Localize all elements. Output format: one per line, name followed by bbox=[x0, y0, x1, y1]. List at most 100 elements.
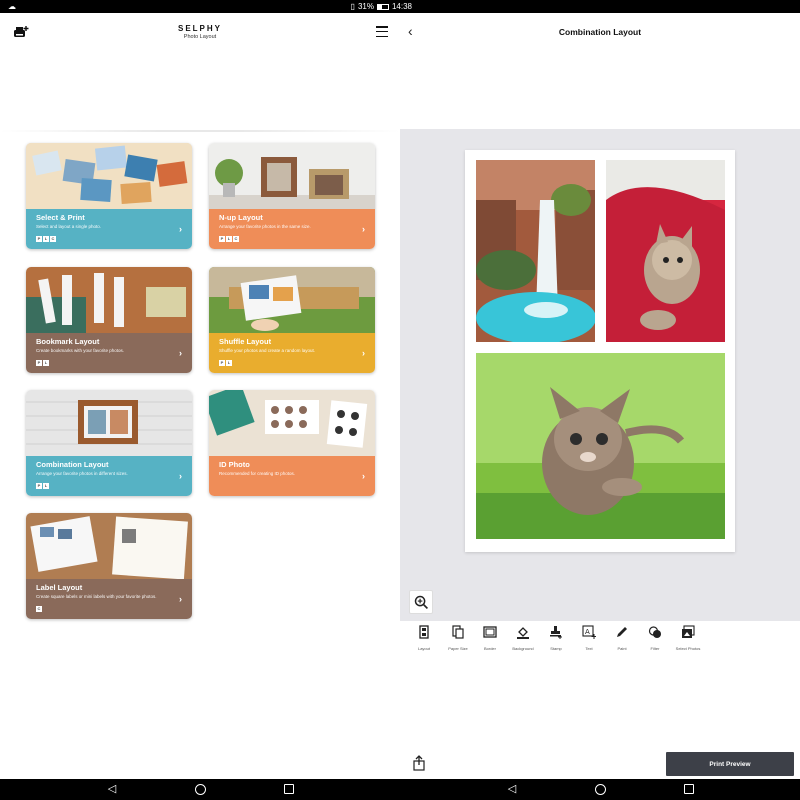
card-title: Shuffle Layout bbox=[219, 337, 272, 346]
card-band: Select & Print Select and layout a singl… bbox=[26, 209, 192, 249]
size-badge: P bbox=[36, 483, 42, 489]
chevron-right-icon: › bbox=[179, 594, 182, 604]
tool-label: Paper Size bbox=[448, 646, 468, 651]
chevron-right-icon: › bbox=[362, 224, 365, 234]
nav-recents-icon[interactable] bbox=[284, 784, 294, 794]
card-desc: Arrange your favorite photos in differen… bbox=[36, 471, 128, 476]
card-label-layout[interactable]: Label Layout Create square labels or min… bbox=[26, 513, 192, 619]
card-band: Shuffle Layout Shuffle your photos and c… bbox=[209, 333, 375, 373]
nav-recents-icon[interactable] bbox=[684, 784, 694, 794]
tool-stamp[interactable]: Stamp bbox=[539, 625, 573, 651]
card-photo bbox=[26, 143, 192, 209]
paper-sizes: P L bbox=[36, 483, 49, 489]
photo-slot-kitten-red[interactable] bbox=[606, 160, 725, 342]
print-paper bbox=[465, 150, 735, 552]
paper-sizes: P L C bbox=[219, 236, 239, 242]
card-shuffle-layout[interactable]: Shuffle Layout Shuffle your photos and c… bbox=[209, 267, 375, 373]
battery-icon bbox=[376, 3, 389, 10]
tool-border[interactable]: Border bbox=[473, 625, 507, 651]
size-badge: P bbox=[36, 236, 42, 242]
chevron-right-icon: › bbox=[179, 348, 182, 358]
nav-back-icon[interactable]: ◁ bbox=[506, 783, 518, 795]
size-badge: L bbox=[43, 360, 49, 366]
chevron-right-icon: › bbox=[179, 471, 182, 481]
card-id-photo[interactable]: ID Photo Recommended for creating ID pho… bbox=[209, 390, 375, 496]
nav-home-icon[interactable] bbox=[195, 784, 206, 795]
editor-toolbar: Layout Paper Size Border Background Stam… bbox=[400, 625, 800, 657]
tool-background[interactable]: Background bbox=[506, 625, 540, 651]
tool-label: Layout bbox=[417, 646, 430, 651]
android-nav-bar: ◁ ◁ bbox=[0, 779, 800, 800]
status-bar: ☁ ▯ 31% 14:38 bbox=[0, 0, 800, 13]
card-bookmark-layout[interactable]: Bookmark Layout Create bookmarks with yo… bbox=[26, 267, 192, 373]
card-select-print[interactable]: Select & Print Select and layout a singl… bbox=[26, 143, 192, 249]
card-title: Label Layout bbox=[36, 583, 83, 592]
tool-label: Filter bbox=[650, 646, 660, 651]
size-badge: P bbox=[219, 236, 225, 242]
battery-percent: 31% bbox=[357, 2, 374, 11]
status-right: ▯ 31% 14:38 bbox=[351, 2, 412, 11]
zoom-in-icon[interactable] bbox=[409, 590, 433, 614]
printer-add-icon[interactable] bbox=[13, 25, 29, 39]
card-desc: Arrange your favorite photos in the same… bbox=[219, 224, 311, 229]
back-arrow-icon[interactable]: ‹ bbox=[408, 24, 420, 38]
card-photo bbox=[26, 267, 192, 333]
paper-size-icon bbox=[452, 625, 464, 639]
size-badge: P bbox=[219, 360, 225, 366]
card-title: Bookmark Layout bbox=[36, 337, 100, 346]
print-preview-button[interactable]: Print Preview bbox=[666, 752, 794, 776]
card-band: Combination Layout Arrange your favorite… bbox=[26, 456, 192, 496]
card-desc: Create bookmarks with your favorite phot… bbox=[36, 348, 125, 353]
text-icon: A bbox=[582, 625, 596, 639]
filter-icon bbox=[648, 626, 661, 638]
nav-home-icon[interactable] bbox=[595, 784, 606, 795]
clock: 14:38 bbox=[391, 2, 412, 11]
tool-text[interactable]: A Text bbox=[572, 625, 606, 651]
size-badge: P bbox=[36, 360, 42, 366]
home-pane: SELPHY Photo Layout Select & Print Selec… bbox=[0, 13, 400, 779]
pen-icon bbox=[617, 627, 627, 637]
card-band: ID Photo Recommended for creating ID pho… bbox=[209, 456, 375, 496]
card-photo bbox=[209, 390, 375, 456]
card-title: N-up Layout bbox=[219, 213, 263, 222]
paper-sizes: P L bbox=[219, 360, 232, 366]
tool-select-photos[interactable]: Select Photos bbox=[671, 625, 705, 651]
tool-label: Select Photos bbox=[675, 646, 701, 651]
card-photo bbox=[26, 513, 192, 579]
photo-slot-kitten-grass[interactable] bbox=[476, 353, 725, 539]
paper-sizes: C bbox=[36, 606, 42, 612]
card-photo bbox=[209, 267, 375, 333]
tool-label: Background bbox=[512, 646, 534, 651]
app-frame: ☁ ▯ 31% 14:38 SELPHY Photo Layout Select… bbox=[0, 0, 800, 800]
card-desc: Shuffle your photos and create a random … bbox=[219, 348, 315, 353]
editor-title: Combination Layout bbox=[558, 27, 642, 37]
app-brand: SELPHY Photo Layout bbox=[150, 24, 250, 40]
card-band: N-up Layout Arrange your favorite photos… bbox=[209, 209, 375, 249]
tool-paper-size[interactable]: Paper Size bbox=[441, 625, 475, 651]
card-band: Bookmark Layout Create bookmarks with yo… bbox=[26, 333, 192, 373]
brand-name: SELPHY bbox=[177, 24, 222, 33]
hamburger-menu-icon[interactable] bbox=[376, 26, 388, 37]
size-badge: L bbox=[226, 360, 232, 366]
nav-back-icon[interactable]: ◁ bbox=[106, 783, 118, 795]
layout-icon bbox=[419, 625, 429, 639]
paper-sizes: P L bbox=[36, 360, 49, 366]
vibrate-icon: ▯ bbox=[350, 2, 355, 11]
size-badge: L bbox=[43, 236, 49, 242]
tool-layout[interactable]: Layout bbox=[407, 625, 441, 651]
svg-text:A: A bbox=[585, 628, 590, 636]
share-icon[interactable] bbox=[412, 755, 426, 771]
cloud-icon: ☁ bbox=[8, 2, 16, 11]
size-badge: L bbox=[226, 236, 232, 242]
card-title: Select & Print bbox=[36, 213, 85, 222]
header-divider bbox=[0, 130, 400, 132]
card-title: ID Photo bbox=[219, 460, 250, 469]
border-icon bbox=[483, 626, 497, 638]
card-band: Label Layout Create square labels or min… bbox=[26, 579, 192, 619]
tool-paint[interactable]: Paint bbox=[605, 625, 639, 651]
tool-label: Text bbox=[585, 646, 593, 651]
card-n-up-layout[interactable]: N-up Layout Arrange your favorite photos… bbox=[209, 143, 375, 249]
card-combination-layout[interactable]: Combination Layout Arrange your favorite… bbox=[26, 390, 192, 496]
photo-slot-waterfall[interactable] bbox=[476, 160, 595, 342]
tool-filter[interactable]: Filter bbox=[638, 625, 672, 651]
